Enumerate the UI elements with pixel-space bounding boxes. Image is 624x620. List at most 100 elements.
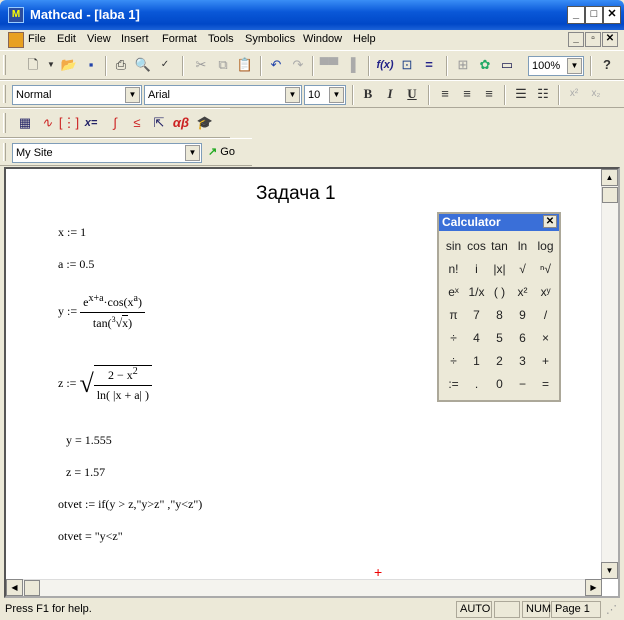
spell-check-icon[interactable]: ✓ [154,55,176,75]
matrix-toolbar-icon[interactable]: [⋮] [58,113,80,133]
calculator-button[interactable]: ÷ [442,351,465,371]
calculator-button[interactable]: 1/x [465,282,488,302]
menu-tools[interactable]: Tools [208,33,234,45]
worksheet-heading[interactable]: Задача 1 [256,183,336,205]
resource-center-icon[interactable]: ✿ [474,55,496,75]
align-across-icon[interactable]: ▀▀ [318,55,340,75]
horizontal-scroll-thumb[interactable] [24,580,40,596]
y-definition[interactable]: y := ex+a·cos(xa) tan(3√x) [58,293,145,331]
maximize-button[interactable]: □ [585,6,603,24]
menu-symbolics[interactable]: Symbolics [245,33,295,45]
z-result[interactable]: z = 1.57 [66,465,105,480]
programming-toolbar-icon[interactable]: ⇱ [148,113,170,133]
calculator-button[interactable]: |x| [488,259,511,279]
calculator-title-bar[interactable]: Calculator ✕ [439,214,559,231]
y-result[interactable]: y = 1.555 [66,433,112,448]
menu-format[interactable]: Format [162,33,197,45]
menu-help[interactable]: Help [353,33,376,45]
menu-window[interactable]: Window [303,33,342,45]
calculator-button[interactable]: . [465,374,488,394]
subscript-button[interactable]: x₂ [585,84,607,104]
calculator-button[interactable]: x² [511,282,534,302]
calculator-button[interactable]: 4 [465,328,488,348]
a-definition[interactable]: a := 0.5 [58,257,94,272]
scroll-left-button[interactable]: ◀ [6,579,23,596]
calculator-button[interactable]: n! [442,259,465,279]
boolean-toolbar-icon[interactable]: ≤ [126,113,148,133]
scroll-up-button[interactable]: ▲ [601,169,618,186]
doc-close-button[interactable]: ✕ [602,32,618,47]
calculator-button[interactable]: i [465,259,488,279]
calculator-button[interactable]: 9 [511,305,534,325]
calculator-button[interactable]: 3 [511,351,534,371]
scroll-down-button[interactable]: ▼ [601,562,618,579]
calculator-button[interactable]: xʸ [534,282,557,302]
calculator-button[interactable]: ⁿ√ [534,259,557,279]
insert-component-icon[interactable]: ⊞ [452,55,474,75]
doc-minimize-button[interactable]: _ [568,32,584,47]
greek-toolbar-icon[interactable]: αβ [170,113,192,133]
help-icon[interactable]: ? [596,55,618,75]
font-size-select[interactable]: 10 ▼ [304,85,346,105]
bold-button[interactable]: B [357,84,379,104]
align-left-icon[interactable]: ≡ [434,84,456,104]
print-icon[interactable]: ⎙ [110,55,132,75]
calculator-button[interactable]: 7 [465,305,488,325]
graph-toolbar-icon[interactable]: ∿ [36,113,58,133]
go-button[interactable]: ↗ Go [208,145,235,158]
italic-button[interactable]: I [379,84,401,104]
calculator-button[interactable]: sin [442,236,465,256]
evaluation-toolbar-icon[interactable]: x= [80,113,102,133]
open-folder-icon[interactable]: 📂 [58,55,80,75]
toolbar-grip[interactable] [3,113,6,133]
calculator-button[interactable]: 0 [488,374,511,394]
print-preview-icon[interactable]: 🔍 [132,55,154,75]
calculus-toolbar-icon[interactable]: ∫ [104,113,126,133]
window-icon[interactable]: ▭ [496,55,518,75]
vertical-scrollbar[interactable]: ▲ ▼ [601,169,618,579]
doc-restore-button[interactable]: ▫ [585,32,601,47]
superscript-button[interactable]: x² [563,84,585,104]
calculator-button[interactable]: 8 [488,305,511,325]
calculator-button[interactable]: 6 [511,328,534,348]
menu-insert[interactable]: Insert [121,33,149,45]
calculator-button[interactable]: cos [465,236,488,256]
insert-unit-icon[interactable]: ⊡ [396,55,418,75]
calculator-button[interactable]: := [442,374,465,394]
calculator-button[interactable]: tan [488,236,511,256]
calculator-close-button[interactable]: ✕ [543,215,557,228]
zoom-select[interactable]: 100% ▼ [528,56,584,76]
toolbar-grip[interactable] [3,143,6,161]
copy-icon[interactable]: ⧉ [212,55,234,75]
undo-icon[interactable]: ↶ [265,55,287,75]
calculator-button[interactable]: 1 [465,351,488,371]
toolbar-grip[interactable] [3,85,6,103]
menu-edit[interactable]: Edit [57,33,76,45]
chevron-down-icon[interactable]: ▼ [329,87,344,103]
symbolic-toolbar-icon[interactable]: 🎓 [194,113,216,133]
calculator-button[interactable]: × [534,328,557,348]
menu-file[interactable]: File [28,33,46,45]
redo-icon[interactable]: ↷ [287,55,309,75]
calculate-icon[interactable]: = [418,55,440,75]
font-select[interactable]: Arial ▼ [144,85,302,105]
site-select[interactable]: My Site ▼ [12,143,202,163]
save-icon[interactable]: ▪ [80,55,102,75]
document-icon[interactable] [8,32,24,48]
otvet-result[interactable]: otvet = "y<z" [58,529,123,544]
scroll-right-button[interactable]: ▶ [585,579,602,596]
chevron-down-icon[interactable]: ▼ [567,58,582,74]
cut-icon[interactable]: ✂ [190,55,212,75]
toolbar-grip[interactable] [3,55,6,75]
otvet-definition[interactable]: otvet := if(y > z,"y>z" ,"y<z") [58,497,202,512]
calculator-button[interactable]: ( ) [488,282,511,302]
chevron-down-icon[interactable]: ▼ [125,87,140,103]
resize-grip-icon[interactable]: ⋰ [606,603,617,616]
menu-view[interactable]: View [87,33,111,45]
z-definition[interactable]: z := √ 2 − x2 ln( |x + a| ) [58,365,152,403]
calculator-button[interactable]: √ [511,259,534,279]
style-select[interactable]: Normal ▼ [12,85,142,105]
minimize-button[interactable]: _ [567,6,585,24]
underline-button[interactable]: U [401,84,423,104]
calculator-button[interactable]: − [511,374,534,394]
